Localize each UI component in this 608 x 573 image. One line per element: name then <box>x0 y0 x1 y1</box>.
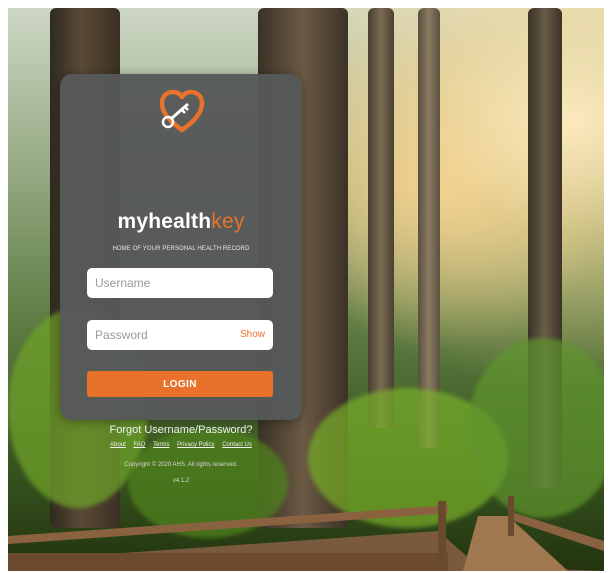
about-link[interactable]: About <box>110 442 126 448</box>
brand-name: myhealthkey <box>60 210 302 234</box>
contact-us-link[interactable]: Contact Us <box>222 442 252 448</box>
tree-trunk <box>368 8 394 428</box>
login-button[interactable]: LOGIN <box>87 371 273 397</box>
heart-key-icon <box>159 89 205 133</box>
terms-link[interactable]: Terms <box>153 442 169 448</box>
forgot-credentials-link[interactable]: Forgot Username/Password? <box>60 424 302 436</box>
show-password-toggle[interactable]: Show <box>240 329 265 340</box>
version-text: v4.1.2 <box>172 478 190 484</box>
footer-links: About FAQ Terms Privacy Policy Contact U… <box>60 442 302 448</box>
tagline: HOME OF YOUR PERSONAL HEALTH RECORD <box>112 246 250 252</box>
faq-link[interactable]: FAQ <box>133 442 145 448</box>
copyright-text: Copyright © 2020 AHS. All rights reserve… <box>124 462 238 468</box>
login-card: myhealthkey HOME OF YOUR PERSONAL HEALTH… <box>60 74 302 484</box>
username-input[interactable] <box>87 268 273 298</box>
tree-trunk <box>418 8 440 448</box>
privacy-policy-link[interactable]: Privacy Policy <box>177 442 214 448</box>
brand-name-accent: key <box>211 210 245 233</box>
boardwalk <box>8 496 604 571</box>
brand-name-main: myhealth <box>117 210 212 233</box>
